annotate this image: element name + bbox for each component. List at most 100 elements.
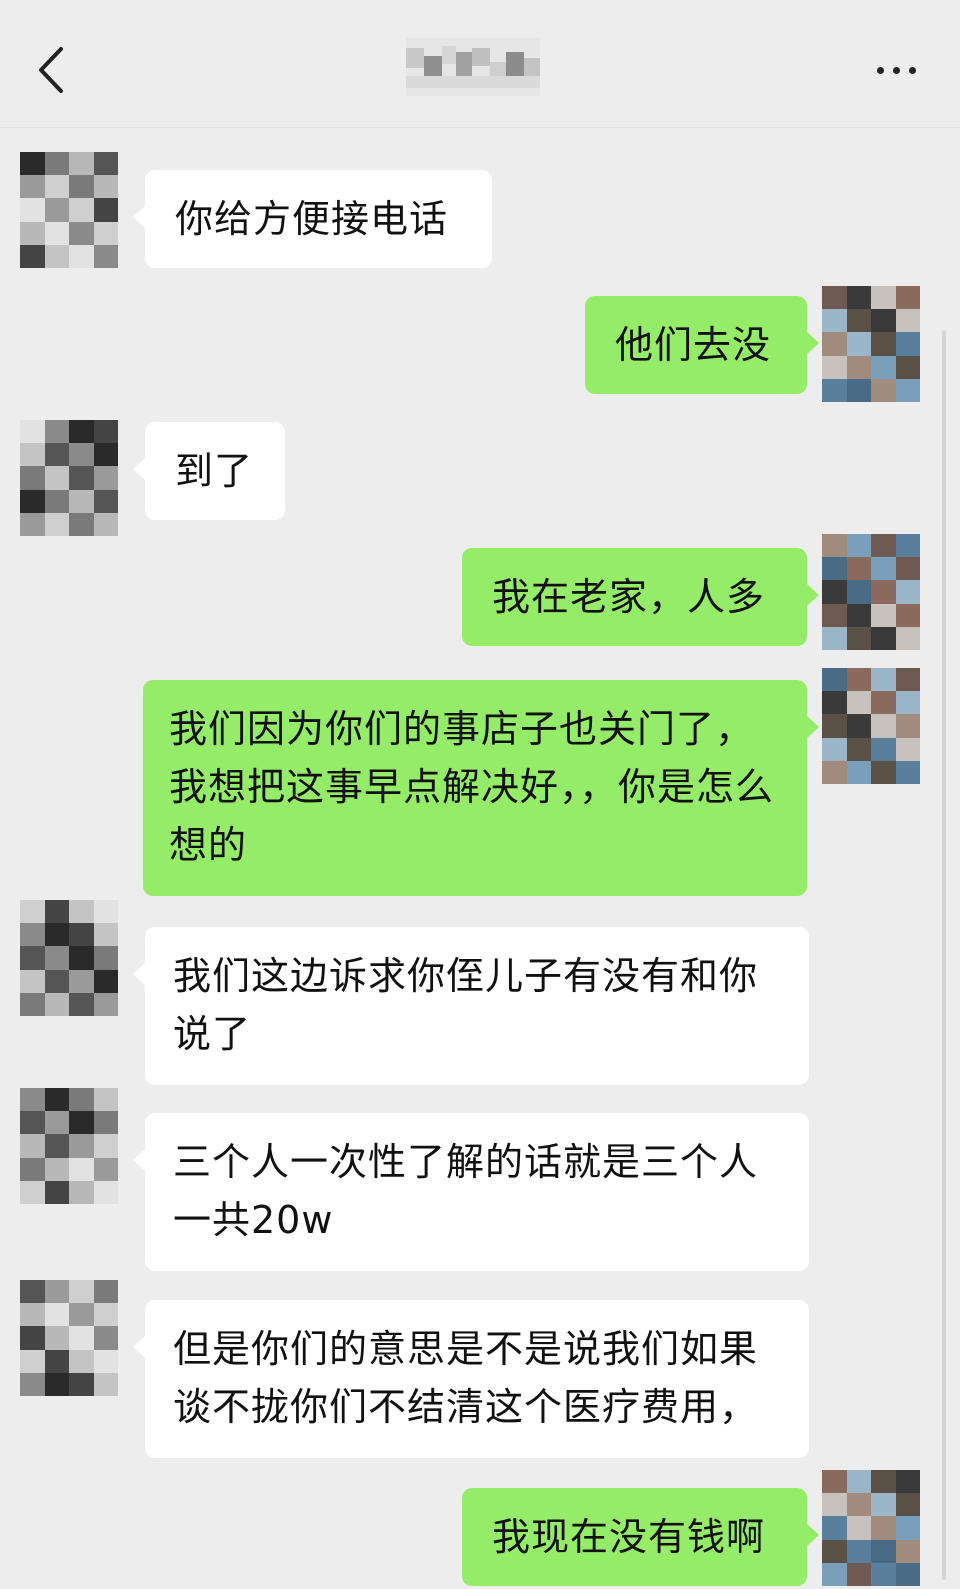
avatar-pixel [822, 1493, 847, 1517]
avatar-pixel [895, 378, 920, 402]
avatar-pixel [895, 668, 920, 692]
avatar-pixel [846, 714, 871, 738]
contact-avatar[interactable] [20, 900, 118, 1016]
avatar-pixel [871, 534, 896, 558]
avatar-pixel [69, 221, 94, 245]
contact-avatar[interactable] [20, 152, 118, 268]
avatar-pixel [822, 332, 847, 356]
avatar-pixel [895, 1562, 920, 1586]
avatar-pixel [69, 1088, 94, 1112]
message-bubble[interactable]: 我现在没有钱啊 [462, 1488, 819, 1586]
message-bubble[interactable]: 你给方便接电话 [133, 170, 492, 268]
avatar-pixel [846, 580, 871, 604]
user-avatar[interactable] [822, 668, 920, 784]
avatar-pixel [44, 244, 69, 268]
avatar-pixel [44, 969, 69, 993]
avatar-pixel [69, 244, 94, 268]
message-bubble[interactable]: 但是你们的意思是不是说我们如果谈不拢你们不结清这个医疗费用， [133, 1300, 809, 1458]
message-bubble[interactable]: 我在老家，人多 [462, 548, 819, 646]
avatar-pixel [871, 1539, 896, 1563]
avatar-pixel [93, 900, 118, 924]
avatar-pixel [44, 1180, 69, 1204]
avatar-pixel [846, 534, 871, 558]
contact-avatar[interactable] [20, 420, 118, 536]
avatar-pixel [895, 603, 920, 627]
avatar-pixel [871, 309, 896, 333]
avatar-pixel [93, 1349, 118, 1373]
chat-scrollbar[interactable] [942, 330, 946, 1580]
avatar-pixel [69, 946, 94, 970]
message-bubble[interactable]: 他们去没 [585, 296, 819, 394]
avatar-pixel [895, 760, 920, 784]
avatar-pixel [44, 1372, 69, 1396]
user-avatar[interactable] [822, 534, 920, 650]
avatar-pixel [822, 1539, 847, 1563]
avatar-pixel [44, 198, 69, 222]
message-bubble[interactable]: 三个人一次性了解的话就是三个人一共20w [133, 1113, 809, 1271]
avatar-pixel [20, 152, 45, 176]
avatar-pixel [846, 1470, 871, 1494]
avatar-pixel [20, 489, 45, 513]
more-dot-icon [892, 66, 900, 74]
more-options-button[interactable] [860, 48, 932, 92]
avatar-pixel [44, 1111, 69, 1135]
avatar-pixel [44, 512, 69, 536]
avatar-pixel [895, 286, 920, 310]
avatar-pixel [44, 1088, 69, 1112]
avatar-pixel [69, 969, 94, 993]
avatar-pixel [44, 175, 69, 199]
contact-avatar[interactable] [20, 1280, 118, 1396]
avatar-pixel [69, 1280, 94, 1304]
avatar-pixel [895, 691, 920, 715]
avatar-pixel [93, 923, 118, 947]
avatar-pixel [846, 1539, 871, 1563]
avatar-pixel [44, 1280, 69, 1304]
back-button[interactable] [24, 38, 80, 102]
avatar-pixel [871, 691, 896, 715]
avatar-pixel [44, 420, 69, 444]
contact-avatar[interactable] [20, 1088, 118, 1204]
avatar-pixel [20, 1303, 45, 1327]
message-bubble[interactable]: 我们这边诉求你侄儿子有没有和你说了 [133, 927, 809, 1085]
avatar-pixel [69, 1349, 94, 1373]
avatar-pixel [44, 900, 69, 924]
message-bubble[interactable]: 我们因为你们的事店子也关门了，我想把这事早点解决好，，你是怎么想的 [143, 680, 819, 896]
avatar-pixel [822, 668, 847, 692]
message-bubble[interactable]: 到了 [133, 422, 285, 520]
avatar-pixel [822, 691, 847, 715]
avatar-pixel [93, 992, 118, 1016]
avatar-pixel [93, 946, 118, 970]
avatar-pixel [20, 969, 45, 993]
avatar-pixel [871, 626, 896, 650]
avatar-pixel [69, 1303, 94, 1327]
avatar-pixel [20, 1349, 45, 1373]
user-avatar[interactable] [822, 1470, 920, 1586]
avatar-pixel [871, 332, 896, 356]
avatar-pixel [871, 580, 896, 604]
avatar-pixel [69, 900, 94, 924]
user-avatar[interactable] [822, 286, 920, 402]
avatar-pixel [846, 309, 871, 333]
avatar-pixel [69, 512, 94, 536]
avatar-pixel [895, 714, 920, 738]
avatar-pixel [93, 1157, 118, 1181]
avatar-pixel [846, 1516, 871, 1540]
avatar-pixel [895, 1516, 920, 1540]
avatar-pixel [93, 1372, 118, 1396]
avatar-pixel [871, 1493, 896, 1517]
avatar-pixel [871, 557, 896, 581]
avatar-pixel [871, 603, 896, 627]
avatar-pixel [44, 443, 69, 467]
avatar-pixel [822, 580, 847, 604]
avatar-pixel [895, 1493, 920, 1517]
avatar-pixel [44, 1326, 69, 1350]
avatar-pixel [822, 1516, 847, 1540]
avatar-pixel [20, 244, 45, 268]
avatar-pixel [846, 760, 871, 784]
chat-header [0, 0, 960, 128]
avatar-pixel [846, 378, 871, 402]
avatar-pixel [20, 923, 45, 947]
avatar-pixel [20, 198, 45, 222]
avatar-pixel [871, 1562, 896, 1586]
chevron-left-icon [39, 47, 63, 93]
